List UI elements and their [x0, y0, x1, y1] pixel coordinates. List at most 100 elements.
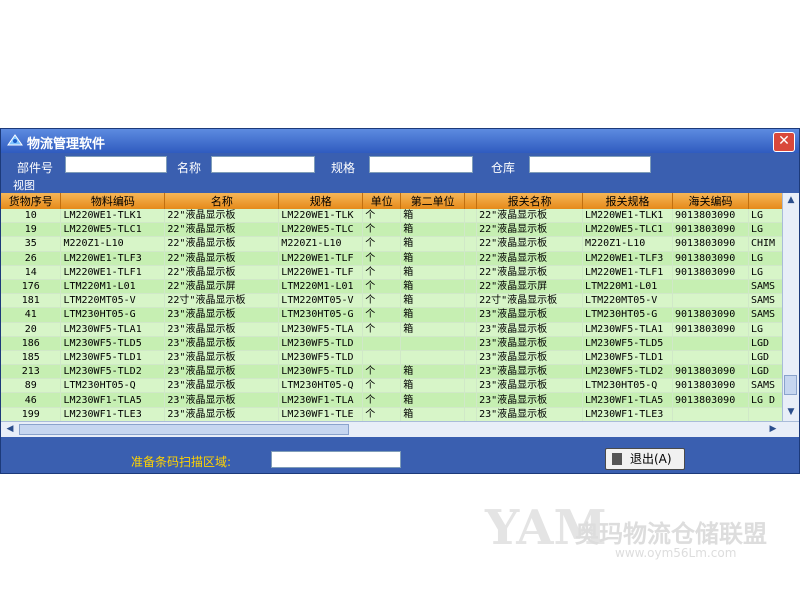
name-input[interactable] [211, 156, 315, 173]
table-row[interactable]: 20 LM230WF5-TLA1 23"液晶显示板 LM230WF5-TLA 个箱 23"… [1, 322, 799, 337]
column-header[interactable] [464, 193, 478, 209]
table-cell: 176 [1, 279, 62, 295]
table-cell: 个 [362, 251, 402, 266]
table-cell: LM230WF5-TLD [278, 350, 364, 366]
table-cell: 23"液晶显示板 [476, 364, 584, 380]
table-cell: 个 [362, 307, 402, 323]
table-cell: 箱 [400, 322, 466, 337]
table-cell [464, 378, 478, 394]
table-cell: 35 [1, 236, 62, 252]
table-cell: LM230WF1-TLA5 [582, 392, 674, 408]
table-row[interactable]: 89 LTM230HT05-Q 23"液晶显示板 LTM230HT05-Q 个箱 23"液… [1, 378, 799, 394]
table-cell: 箱 [400, 209, 466, 224]
table-cell: 23"液晶显示板 [476, 407, 584, 421]
table-cell: 186 [1, 336, 62, 351]
goods-table: 货物序号 物料编码 名称 规格 单位 第二单位 报关名称 报关规格 海关编码 10 LM220WE… [1, 193, 799, 421]
close-button[interactable]: ✕ [773, 132, 795, 152]
table-cell: 箱 [400, 364, 466, 380]
table-cell: 箱 [400, 265, 466, 280]
vertical-scrollbar[interactable]: ▲ ▼ [782, 193, 799, 421]
table-cell: 23"液晶显示板 [476, 350, 584, 366]
column-header[interactable]: 报关规格 [582, 193, 674, 209]
table-row[interactable]: 26 LM220WE1-TLF3 22"液晶显示板 LM220WE1-TLF 个箱 22"… [1, 251, 799, 266]
column-header[interactable]: 名称 [164, 193, 280, 209]
warehouse-input[interactable] [529, 156, 651, 173]
table-cell: M220Z1-L10 [582, 236, 674, 252]
table-cell: 22"液晶显示板 [164, 265, 280, 280]
filter-bar: 部件号 名称 规格 仓库 [1, 153, 799, 179]
table-row[interactable]: 19 LM220WE5-TLC1 22"液晶显示板 LM220WE5-TLC 个箱 22"… [1, 222, 799, 238]
table-cell: LM220WE5-TLC [278, 222, 364, 238]
table-cell: 23"液晶显示板 [164, 364, 280, 380]
column-header[interactable]: 报关名称 [476, 193, 584, 209]
table-cell: LM230WF5-TLA1 [582, 322, 674, 337]
table-cell: LM230WF1-TLA [278, 392, 364, 408]
table-row[interactable]: 14 LM220WE1-TLF1 22"液晶显示板 LM220WE1-TLF 个箱 22"… [1, 265, 799, 280]
part-no-input[interactable] [65, 156, 167, 173]
table-row[interactable]: 185 LM230WF5-TLD1 23"液晶显示板 LM230WF5-TLD 23"液… [1, 350, 799, 366]
table-row[interactable]: 10 LM220WE1-TLK1 22"液晶显示板 LM220WE1-TLK 个箱 22"… [1, 209, 799, 224]
table-cell: 14 [1, 265, 62, 280]
vertical-scroll-thumb[interactable] [784, 375, 797, 395]
table-cell [672, 407, 749, 421]
column-header[interactable]: 第二单位 [400, 193, 466, 209]
title-bar: 物流管理软件 ✕ [1, 129, 799, 153]
table-cell: 22"液晶显示板 [164, 222, 280, 238]
horizontal-scrollbar[interactable]: ◀ ▶ [1, 421, 799, 438]
table-cell: 箱 [400, 378, 466, 394]
watermark-url: www.oym56Lm.com [615, 546, 737, 560]
table-cell: 23"液晶显示板 [476, 322, 584, 337]
table-cell [464, 392, 478, 408]
column-header[interactable]: 规格 [278, 193, 364, 209]
table-cell: 9013803090 [672, 378, 749, 394]
table-cell [464, 364, 478, 380]
table-cell: 185 [1, 350, 62, 366]
table-cell: 89 [1, 378, 62, 394]
exit-button[interactable]: 退出(A) [605, 448, 685, 470]
horizontal-scroll-thumb[interactable] [19, 424, 349, 435]
barcode-scan-input[interactable] [271, 451, 401, 468]
table-cell: LTM220MT05-V [60, 293, 166, 309]
app-window: 物流管理软件 ✕ 部件号 名称 规格 仓库 视图 货物序号 物料编码 名称 规格 单位第… [0, 128, 800, 474]
scroll-left-icon[interactable]: ◀ [4, 424, 16, 436]
scroll-down-icon[interactable]: ▼ [785, 407, 797, 419]
table-cell: 9013803090 [672, 251, 749, 266]
data-grid[interactable]: 货物序号 物料编码 名称 规格 单位 第二单位 报关名称 报关规格 海关编码 10 LM220WE… [1, 193, 799, 421]
watermark: YAM 奥玛物流仓储联盟 www.oym56Lm.com [485, 500, 785, 570]
table-cell: 22寸"液晶显示板 [164, 293, 280, 309]
table-cell: LTM230HT05-Q [278, 378, 364, 394]
table-row[interactable]: 199 LM230WF1-TLE3 23"液晶显示板 LM230WF1-TLE 个箱 23… [1, 407, 799, 421]
table-cell: LTM220M1-L01 [60, 279, 166, 295]
table-row[interactable]: 35 M220Z1-L10 22"液晶显示板 M220Z1-L10 个箱 22"液晶显示板… [1, 236, 799, 252]
table-cell: LM220WE1-TLF3 [582, 251, 674, 266]
table-cell: 23"液晶显示板 [164, 322, 280, 337]
column-header[interactable]: 物料编码 [60, 193, 166, 209]
scroll-up-icon[interactable]: ▲ [785, 195, 797, 207]
table-cell [464, 236, 478, 252]
table-cell: LTM230HT05-G [60, 307, 166, 323]
column-header[interactable]: 海关编码 [672, 193, 749, 209]
table-cell: 41 [1, 307, 62, 323]
table-row[interactable]: 181 LTM220MT05-V 22寸"液晶显示板 LTM220MT05-V 个箱 22… [1, 293, 799, 309]
app-logo-icon [7, 134, 23, 146]
table-row[interactable]: 176 LTM220M1-L01 22"液晶显示屏 LTM220M1-L01 个箱 22"… [1, 279, 799, 295]
table-cell: 个 [362, 209, 402, 224]
table-cell: 个 [362, 293, 402, 309]
table-cell: LM230WF5-TLD5 [582, 336, 674, 351]
table-cell: LM220WE1-TLK1 [60, 209, 166, 224]
column-header[interactable]: 单位 [362, 193, 402, 209]
column-header[interactable]: 货物序号 [1, 193, 62, 209]
table-cell: 9013803090 [672, 209, 749, 224]
table-row[interactable]: 46 LM230WF1-TLA5 23"液晶显示板 LM230WF1-TLA 个箱 23"… [1, 392, 799, 408]
scroll-right-icon[interactable]: ▶ [767, 424, 779, 436]
table-row[interactable]: 186 LM230WF5-TLD5 23"液晶显示板 LM230WF5-TLD 23"液… [1, 336, 799, 351]
table-cell [464, 336, 478, 351]
table-cell: LM230WF5-TLD1 [60, 350, 166, 366]
table-row[interactable]: 41 LTM230HT05-G 23"液晶显示板 LTM230HT05-G 个箱 23"液… [1, 307, 799, 323]
table-cell: 个 [362, 236, 402, 252]
table-cell: 23"液晶显示板 [164, 378, 280, 394]
table-row[interactable]: 213 LM230WF5-TLD2 23"液晶显示板 LM230WF5-TLD 个箱 23… [1, 364, 799, 380]
table-cell [464, 350, 478, 366]
spec-input[interactable] [369, 156, 473, 173]
table-cell: 个 [362, 322, 402, 337]
